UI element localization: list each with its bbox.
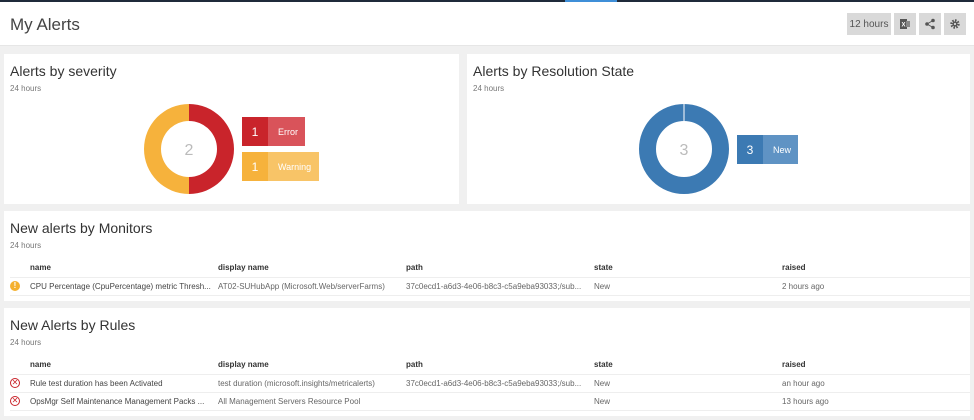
alert-path bbox=[406, 392, 594, 411]
column-header-name[interactable]: name bbox=[30, 259, 218, 278]
alert-raised: 13 hours ago bbox=[782, 392, 970, 411]
error-icon: ✕ bbox=[10, 396, 20, 406]
table-row[interactable]: ✕ OpsMgr Self Maintenance Management Pac… bbox=[10, 392, 970, 411]
error-icon: ✕ bbox=[10, 378, 20, 388]
legend-new-count: 3 bbox=[737, 135, 763, 164]
card-title: New Alerts by Rules bbox=[10, 317, 136, 333]
column-header-raised[interactable]: raised bbox=[782, 356, 970, 375]
alert-state: New bbox=[594, 374, 782, 393]
alert-state: New bbox=[594, 277, 782, 296]
alert-raised: an hour ago bbox=[782, 374, 970, 393]
card-subtitle: 24 hours bbox=[10, 241, 42, 250]
column-header-path[interactable]: path bbox=[406, 259, 594, 278]
rules-alerts-table: name display name path state raised ✕ Ru… bbox=[10, 356, 970, 411]
share-icon bbox=[925, 18, 935, 30]
legend-warning-count: 1 bbox=[242, 152, 268, 181]
legend-new-label: New bbox=[763, 135, 798, 164]
excel-export-icon: X bbox=[900, 19, 910, 29]
page-header: My Alerts 12 hours X bbox=[0, 2, 974, 46]
alert-state: New bbox=[594, 392, 782, 411]
alert-name: CPU Percentage (CpuPercentage) metric Th… bbox=[30, 277, 218, 296]
alert-path: 37c0ecd1-a6d3-4e06-b8c3-c5a9eba93033;/su… bbox=[406, 277, 594, 296]
alert-path: 37c0ecd1-a6d3-4e06-b8c3-c5a9eba93033;/su… bbox=[406, 374, 594, 393]
header-toolbar: 12 hours X bbox=[847, 13, 966, 35]
legend-warning[interactable]: 1 Warning bbox=[242, 152, 319, 181]
warning-icon: ! bbox=[10, 281, 20, 291]
new-alerts-by-monitors-card: New alerts by Monitors 24 hours name dis… bbox=[4, 211, 970, 301]
new-alerts-by-rules-card: New Alerts by Rules 24 hours name displa… bbox=[4, 308, 970, 416]
resolution-total: 3 bbox=[679, 142, 689, 159]
excel-export-button[interactable]: X bbox=[894, 13, 916, 35]
card-title: New alerts by Monitors bbox=[10, 220, 153, 236]
alert-name: OpsMgr Self Maintenance Management Packs… bbox=[30, 392, 218, 411]
column-header-display-name[interactable]: display name bbox=[218, 259, 406, 278]
table-row[interactable]: ✕ Rule test duration has been Activated … bbox=[10, 374, 970, 393]
column-header-state[interactable]: state bbox=[594, 356, 782, 375]
column-header-state[interactable]: state bbox=[594, 259, 782, 278]
legend-warning-label: Warning bbox=[268, 152, 319, 181]
alert-display-name: All Management Servers Resource Pool bbox=[218, 392, 406, 411]
share-button[interactable] bbox=[919, 13, 941, 35]
table-header-row: name display name path state raised bbox=[10, 259, 970, 278]
alert-display-name: test duration (microsoft.insights/metric… bbox=[218, 374, 406, 393]
gear-icon bbox=[950, 19, 960, 29]
svg-text:X: X bbox=[901, 23, 905, 29]
alert-raised: 2 hours ago bbox=[782, 277, 970, 296]
legend-error[interactable]: 1 Error bbox=[242, 117, 305, 146]
alerts-by-resolution-state-card: Alerts by Resolution State 24 hours 3 3 … bbox=[467, 54, 970, 204]
column-header-raised[interactable]: raised bbox=[782, 259, 970, 278]
table-header-row: name display name path state raised bbox=[10, 356, 970, 375]
card-subtitle: 24 hours bbox=[473, 84, 505, 93]
card-subtitle: 24 hours bbox=[10, 338, 42, 347]
column-header-name[interactable]: name bbox=[30, 356, 218, 375]
page-title: My Alerts bbox=[10, 15, 80, 34]
severity-total: 2 bbox=[184, 142, 194, 159]
alerts-by-severity-card: Alerts by severity 24 hours 2 1 Error 1 … bbox=[4, 54, 459, 204]
alert-name: Rule test duration has been Activated bbox=[30, 374, 218, 393]
table-row[interactable]: ! CPU Percentage (CpuPercentage) metric … bbox=[10, 277, 970, 296]
column-header-display-name[interactable]: display name bbox=[218, 356, 406, 375]
settings-button[interactable] bbox=[944, 13, 966, 35]
alert-display-name: AT02-SUHubApp (Microsoft.Web/serverFarms… bbox=[218, 277, 406, 296]
card-title: Alerts by Resolution State bbox=[473, 63, 635, 79]
legend-error-label: Error bbox=[268, 117, 305, 146]
monitors-alerts-table: name display name path state raised ! CP… bbox=[10, 259, 970, 296]
card-subtitle: 24 hours bbox=[10, 84, 42, 93]
card-title: Alerts by severity bbox=[10, 63, 117, 79]
time-range-button[interactable]: 12 hours bbox=[847, 13, 891, 35]
legend-new[interactable]: 3 New bbox=[737, 135, 798, 164]
legend-error-count: 1 bbox=[242, 117, 268, 146]
column-header-path[interactable]: path bbox=[406, 356, 594, 375]
